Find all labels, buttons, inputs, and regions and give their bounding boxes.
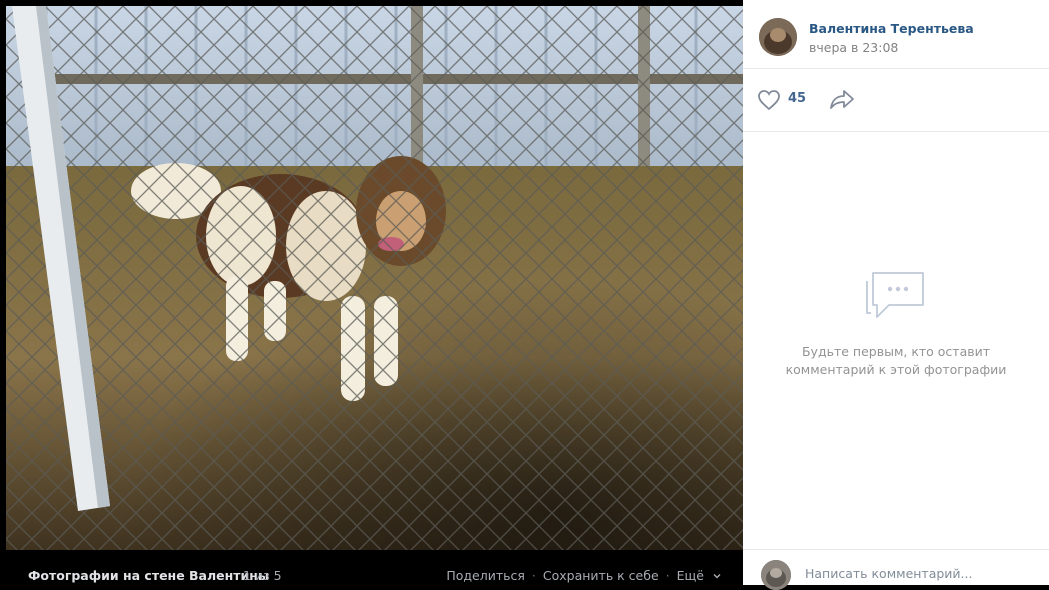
save-link[interactable]: Сохранить к себе (543, 568, 659, 583)
empty-comments-state: Будьте первым, кто оставит комментарий к… (743, 265, 1049, 379)
chevron-down-icon (713, 574, 721, 579)
more-label: Ещё (676, 568, 705, 583)
reaction-bar: 45 (743, 69, 1049, 132)
avatar[interactable] (759, 18, 797, 56)
author-header: Валентина Терентьева вчера в 23:08 (743, 0, 1049, 69)
empty-text-line-1: Будьте первым, кто оставит (801, 344, 991, 359)
heart-icon[interactable] (757, 89, 781, 111)
separator: · (531, 568, 536, 583)
photo-viewer: Фотографии на стене Валентины 1 из 5 Под… (0, 0, 743, 585)
current-user-avatar-image (761, 560, 791, 590)
share-arrow-icon[interactable] (829, 88, 855, 110)
author-name-link[interactable]: Валентина Терентьева (809, 21, 974, 36)
photo-actions: Поделиться · Сохранить к себе · Ещё (446, 568, 721, 583)
current-user-avatar (761, 560, 791, 590)
avatar-image (759, 18, 797, 56)
empty-comments-text: Будьте первым, кто оставит комментарий к… (743, 343, 1049, 379)
album-link[interactable]: Фотографии на стене Валентины (28, 568, 269, 583)
dog-photo-image (6, 6, 743, 550)
more-menu-button[interactable]: Ещё (677, 568, 721, 583)
like-count[interactable]: 45 (788, 91, 806, 106)
post-time[interactable]: вчера в 23:08 (809, 40, 898, 55)
empty-text-line-2: комментарий к этой фотографии (785, 362, 1007, 377)
separator: · (665, 568, 670, 583)
photo-footer: Фотографии на стене Валентины 1 из 5 Под… (0, 550, 743, 585)
share-link[interactable]: Поделиться (446, 568, 525, 583)
photo[interactable] (6, 6, 743, 550)
comment-composer (743, 549, 1049, 590)
photo-info-panel: Валентина Терентьева вчера в 23:08 45 Бу… (743, 0, 1049, 590)
photo-counter: 1 из 5 (243, 568, 282, 583)
comments-bubble-icon (866, 272, 924, 318)
comment-input[interactable] (805, 563, 1035, 583)
